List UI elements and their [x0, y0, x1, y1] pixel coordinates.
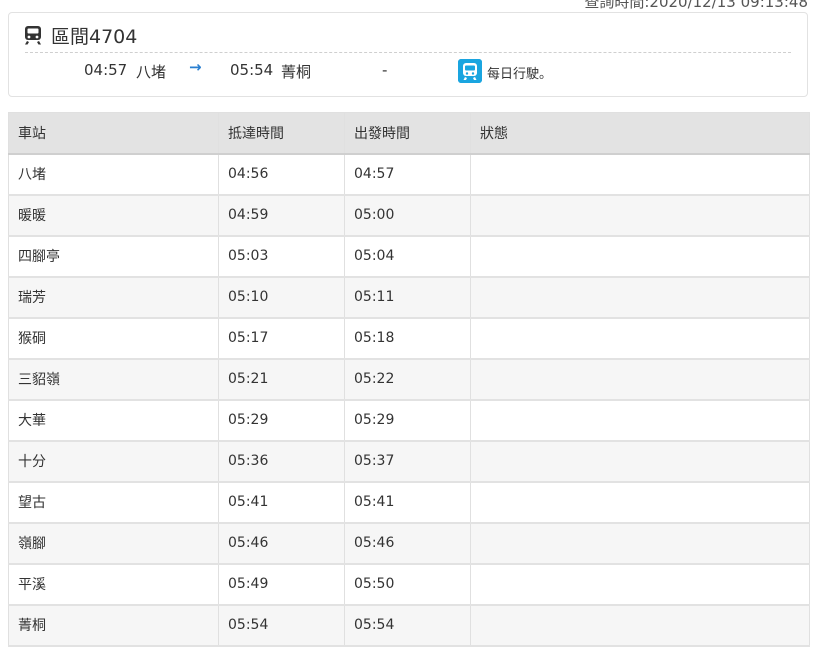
- departure-time-cell: 05:41: [344, 481, 471, 524]
- status-cell: [470, 276, 810, 319]
- train-name: 區間4704: [51, 25, 138, 48]
- arrival-time-cell: 05:17: [218, 317, 345, 360]
- station-cell: 大華: [8, 399, 219, 442]
- route-summary: 04:57 八堵 → 05:54 菁桐 - 每日行駛。: [9, 58, 807, 83]
- divider: [25, 52, 791, 53]
- arrival-time-cell: 05:49: [218, 563, 345, 606]
- daily-service-text: 每日行駛。: [487, 67, 553, 82]
- status-cell: [470, 153, 810, 196]
- status-cell: [470, 522, 810, 565]
- table-row: 瑞芳 05:10 05:11: [8, 276, 810, 319]
- station-cell: 八堵: [8, 153, 219, 196]
- arrival-time-cell: 05:46: [218, 522, 345, 565]
- station-cell: 四腳亭: [8, 235, 219, 278]
- departure-time-cell: 05:00: [344, 194, 471, 237]
- header-status: 狀態: [470, 112, 810, 155]
- departure-time-cell: 05:46: [344, 522, 471, 565]
- table-header-row: 車站 抵達時間 出發時間 狀態: [8, 112, 810, 155]
- timetable: 車站 抵達時間 出發時間 狀態 八堵 04:56 04:57 暖暖 04:59 05:00…: [8, 112, 810, 647]
- station-cell: 平溪: [8, 563, 219, 606]
- table-row: 菁桐 05:54 05:54: [8, 604, 810, 647]
- table-row: 望古 05:41 05:41: [8, 481, 810, 524]
- arrival-time: 05:54: [230, 61, 274, 79]
- table-row: 嶺腳 05:46 05:46: [8, 522, 810, 565]
- station-cell: 猴硐: [8, 317, 219, 360]
- station-cell: 暖暖: [8, 194, 219, 237]
- arrival-time-cell: 04:59: [218, 194, 345, 237]
- departure-time-cell: 04:57: [344, 153, 471, 196]
- station-cell: 望古: [8, 481, 219, 524]
- status-cell: [470, 235, 810, 278]
- train-icon: [25, 26, 41, 45]
- arrival-time-cell: 05:10: [218, 276, 345, 319]
- status-cell: [470, 358, 810, 401]
- table-row: 暖暖 04:59 05:00: [8, 194, 810, 237]
- header-station: 車站: [8, 112, 219, 155]
- header-arrival-time: 抵達時間: [218, 112, 345, 155]
- table-row: 三貂嶺 05:21 05:22: [8, 358, 810, 401]
- departure-time-cell: 05:04: [344, 235, 471, 278]
- route-note: -: [382, 61, 388, 79]
- train-title: 區間4704: [23, 22, 137, 48]
- arrival-time-cell: 05:29: [218, 399, 345, 442]
- train-info-card: 區間4704 04:57 八堵 → 05:54 菁桐 - 每日行駛。: [8, 12, 808, 97]
- departure-station: 八堵: [136, 63, 167, 81]
- train-front-icon: [458, 59, 482, 83]
- header-departure-time: 出發時間: [344, 112, 471, 155]
- query-time: 查詢時間:2020/12/13 09:13:48: [584, 0, 808, 11]
- arrival-time-cell: 04:56: [218, 153, 345, 196]
- departure-time-cell: 05:50: [344, 563, 471, 606]
- departure-time-cell: 05:18: [344, 317, 471, 360]
- arrival-station: 菁桐: [281, 63, 312, 81]
- status-cell: [470, 563, 810, 606]
- status-cell: [470, 194, 810, 237]
- table-row: 大華 05:29 05:29: [8, 399, 810, 442]
- status-cell: [470, 481, 810, 524]
- arrival-time-cell: 05:41: [218, 481, 345, 524]
- departure-time: 04:57: [84, 61, 128, 79]
- departure-time-cell: 05:54: [344, 604, 471, 647]
- table-row: 猴硐 05:17 05:18: [8, 317, 810, 360]
- station-cell: 三貂嶺: [8, 358, 219, 401]
- station-cell: 嶺腳: [8, 522, 219, 565]
- status-cell: [470, 399, 810, 442]
- departure-time-cell: 05:29: [344, 399, 471, 442]
- arrival-time-cell: 05:54: [218, 604, 345, 647]
- status-cell: [470, 440, 810, 483]
- status-cell: [470, 317, 810, 360]
- station-cell: 十分: [8, 440, 219, 483]
- table-row: 八堵 04:56 04:57: [8, 153, 810, 196]
- arrow-right-icon: →: [189, 58, 202, 76]
- departure-time-cell: 05:22: [344, 358, 471, 401]
- status-cell: [470, 604, 810, 647]
- departure-time-cell: 05:11: [344, 276, 471, 319]
- table-row: 四腳亭 05:03 05:04: [8, 235, 810, 278]
- arrival-time-cell: 05:03: [218, 235, 345, 278]
- station-cell: 瑞芳: [8, 276, 219, 319]
- arrival-time-cell: 05:36: [218, 440, 345, 483]
- departure-time-cell: 05:37: [344, 440, 471, 483]
- station-cell: 菁桐: [8, 604, 219, 647]
- table-row: 平溪 05:49 05:50: [8, 563, 810, 606]
- table-row: 十分 05:36 05:37: [8, 440, 810, 483]
- arrival-time-cell: 05:21: [218, 358, 345, 401]
